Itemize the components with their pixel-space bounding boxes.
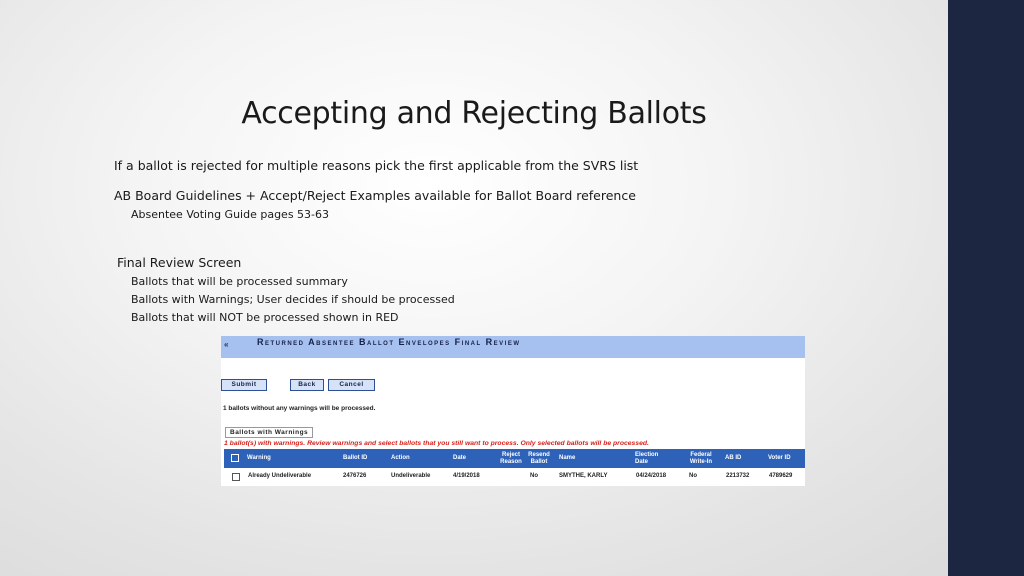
col-warning[interactable]: Warning	[247, 455, 271, 462]
ballots-with-warnings-header: Ballots with Warnings	[225, 427, 314, 438]
col-name[interactable]: Name	[559, 455, 575, 462]
submit-button[interactable]: Submit	[221, 379, 267, 391]
cell-voter-id: 4789629	[769, 473, 793, 479]
cell-resend-ballot: No	[530, 473, 538, 479]
table-header: Warning Ballot ID Action Date Reject Rea…	[224, 449, 805, 468]
cell-warning: Already Undeliverable	[248, 473, 312, 479]
col-election-date[interactable]: Election Date	[635, 452, 665, 465]
cell-action: Undeliverable	[391, 473, 431, 479]
cell-election-date: 04/24/2018	[636, 473, 667, 479]
cell-ab-id: 2213732	[726, 473, 750, 479]
processed-summary-text: 1 ballots without any warnings will be p…	[223, 405, 376, 412]
sub-bullet-warnings: Ballots with Warnings; User decides if s…	[131, 293, 455, 306]
collapse-double-chevron-icon[interactable]: «	[224, 340, 228, 349]
sub-bullet-processed-summary: Ballots that will be processed summary	[131, 275, 348, 288]
bullet-final-review-screen: Final Review Screen	[117, 255, 242, 270]
col-ab-id[interactable]: AB ID	[725, 455, 741, 462]
back-button[interactable]: Back	[290, 379, 324, 391]
cell-name: SMYTHE, KARLY	[559, 473, 608, 479]
warnings-message: 1 ballot(s) with warnings. Review warnin…	[224, 440, 649, 447]
bullet-ab-board-guidelines: AB Board Guidelines + Accept/Reject Exam…	[114, 188, 636, 203]
col-date[interactable]: Date	[453, 455, 466, 462]
cell-date: 4/19/2018	[453, 473, 480, 479]
select-all-checkbox[interactable]	[231, 454, 239, 462]
final-review-screenshot: « Returned Absentee Ballot Envelopes Fin…	[221, 336, 805, 486]
cell-ballot-id: 2476726	[343, 473, 367, 479]
cancel-button[interactable]: Cancel	[328, 379, 375, 391]
col-federal-write-in[interactable]: Federal Write-In	[686, 452, 716, 465]
col-voter-id[interactable]: Voter ID	[768, 455, 791, 462]
row-select-checkbox[interactable]	[232, 473, 240, 481]
col-reject-reason[interactable]: Reject Reason	[498, 452, 524, 465]
col-action[interactable]: Action	[391, 455, 410, 462]
slide-title: Accepting and Rejecting Ballots	[241, 96, 707, 131]
screenshot-header-title: Returned Absentee Ballot Envelopes Final…	[257, 337, 521, 347]
screenshot-header-bar: « Returned Absentee Ballot Envelopes Fin…	[221, 336, 805, 358]
col-resend-ballot[interactable]: Resend Ballot	[526, 452, 552, 465]
table-row: Already Undeliverable 2476726 Undelivera…	[224, 469, 805, 484]
right-sidebar-band	[948, 0, 1024, 576]
sub-bullet-not-processed-red: Ballots that will NOT be processed shown…	[131, 311, 399, 324]
bullet-multiple-reasons: If a ballot is rejected for multiple rea…	[114, 158, 639, 173]
cell-federal-write-in: No	[689, 473, 697, 479]
sub-bullet-voting-guide: Absentee Voting Guide pages 53-63	[131, 208, 330, 221]
col-ballot-id[interactable]: Ballot ID	[343, 455, 367, 462]
